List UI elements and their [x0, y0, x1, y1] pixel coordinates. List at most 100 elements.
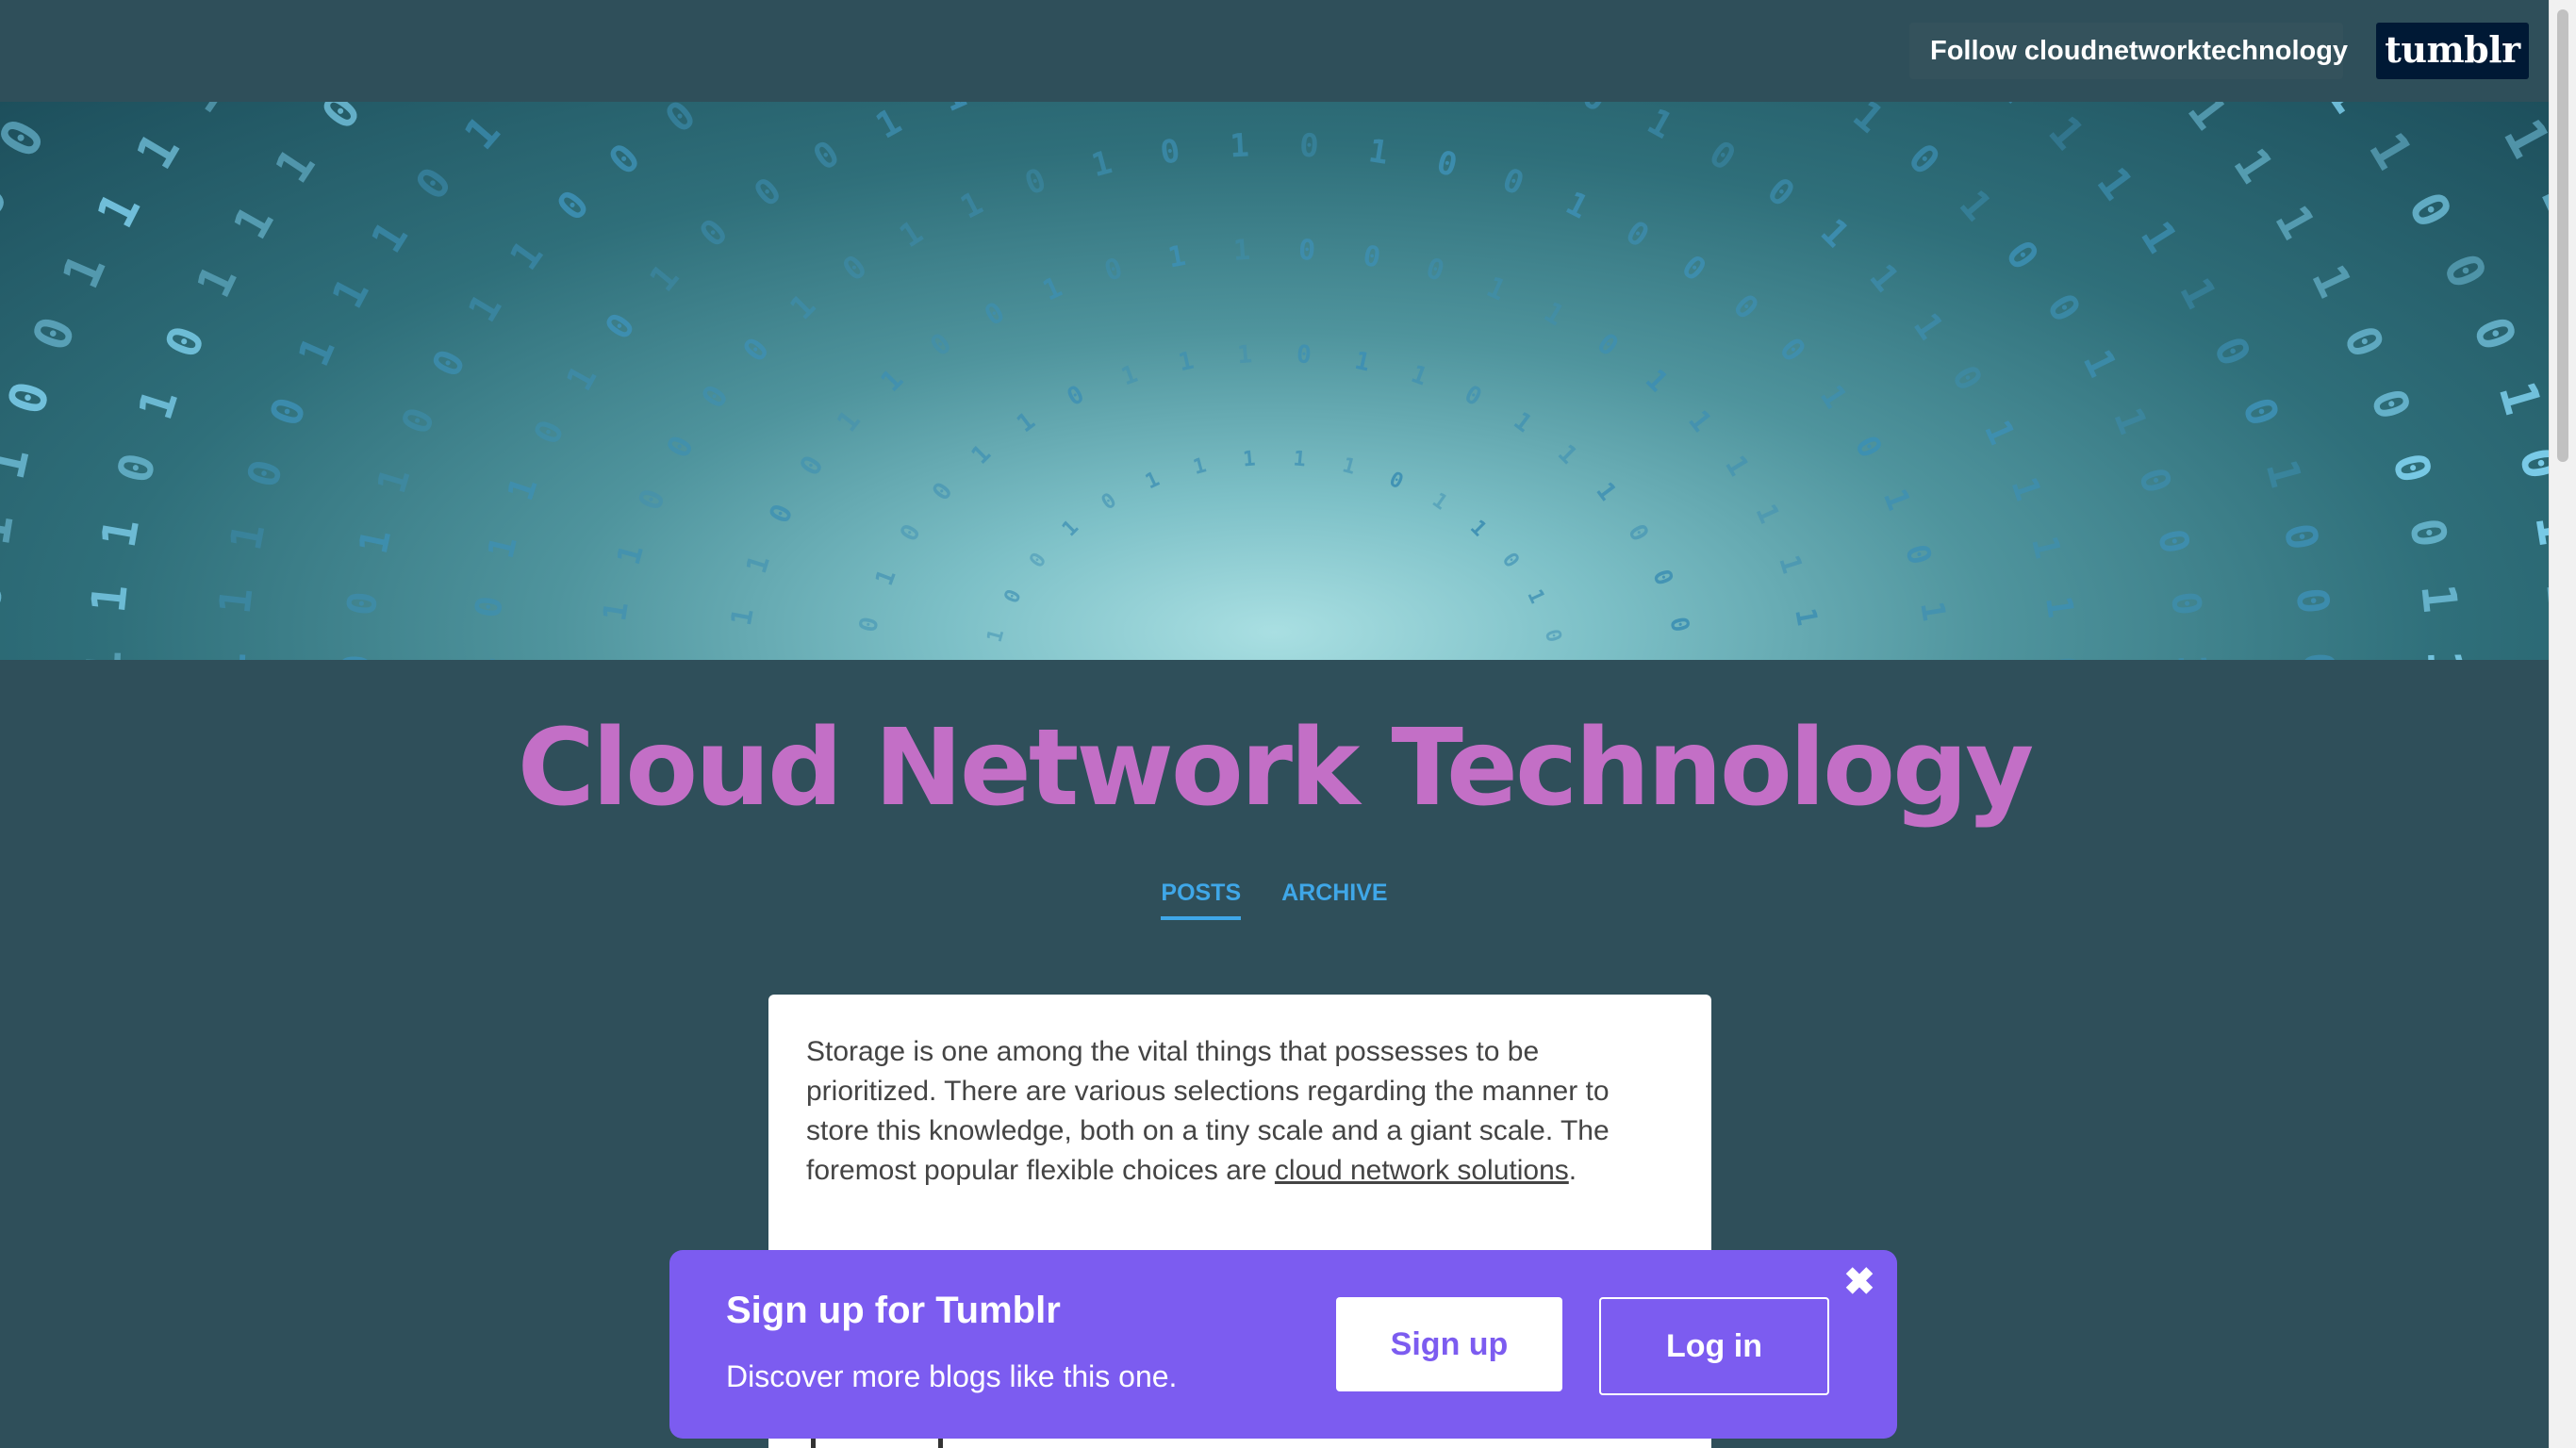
binary-digit: 1	[288, 329, 345, 373]
binary-digit: 1	[1142, 468, 1164, 494]
binary-digit: 1	[1639, 363, 1675, 399]
binary-digit: 0	[1158, 132, 1182, 173]
binary-digit: 0	[0, 579, 14, 615]
binary-digit: 1	[480, 532, 525, 562]
binary-digit: 0	[259, 391, 316, 433]
scrollbar-thumb[interactable]	[2557, 9, 2568, 462]
log-in-button[interactable]: Log in	[1599, 1297, 1829, 1395]
binary-digit: 0	[1497, 161, 1528, 204]
binary-digit: 0	[2397, 183, 2464, 238]
binary-digit: 0	[508, 102, 563, 112]
binary-digit: 0	[1297, 234, 1316, 268]
binary-digit: 1	[1366, 132, 1391, 173]
binary-digit: 1	[2169, 653, 2216, 660]
sign-up-button[interactable]: Sign up	[1336, 1297, 1562, 1391]
binary-digit: 1	[589, 658, 628, 660]
binary-digit: 1	[1812, 379, 1855, 416]
binary-digit: 1	[2003, 472, 2049, 506]
binary-digit: 0	[392, 402, 444, 440]
cloud-network-solutions-link[interactable]: cloud network solutions	[1275, 1155, 1569, 1186]
binary-digit: 0	[2274, 519, 2329, 554]
binary-digit: 0	[27, 102, 99, 109]
binary-digit: 0	[2149, 525, 2199, 558]
binary-digit: 1	[2087, 157, 2143, 208]
binary-digit: 0	[694, 379, 736, 416]
scrollbar[interactable]	[2549, 0, 2576, 1448]
binary-digit: 0	[631, 484, 673, 515]
binary-digit: 0	[2540, 648, 2549, 660]
binary-digit: 0	[155, 319, 216, 365]
binary-digit: 1	[322, 270, 379, 317]
binary-digit: 1	[2528, 171, 2549, 227]
binary-digit: 1	[1844, 102, 1892, 142]
binary-digit: 1	[124, 123, 191, 179]
binary-digit: 1	[1906, 305, 1952, 347]
binary-digit: 1	[2256, 454, 2312, 493]
binary-digit: 1	[2105, 402, 2156, 440]
binary-digit: 1	[2023, 532, 2069, 562]
binary-digit: 1	[1560, 185, 1593, 227]
binary-digit: 1	[1232, 234, 1251, 268]
binary-digit: 0	[525, 414, 571, 451]
tumblr-logo[interactable]: tumblr	[2376, 23, 2529, 79]
binary-digit: 1	[1058, 516, 1083, 541]
binary-digit: 1	[1165, 239, 1188, 275]
binary-digit: 1	[1538, 296, 1570, 333]
binary-digit: 0	[422, 342, 474, 384]
binary-digit: 0	[659, 430, 702, 464]
page: Follow cloudnetworktechnology tumblr 010…	[0, 0, 2576, 1448]
binary-digit: 1	[2410, 582, 2468, 616]
binary-digit: 1	[2170, 270, 2227, 317]
binary-digit: 0	[1702, 132, 1743, 178]
binary-digit: 0	[0, 108, 58, 168]
binary-digit: 1	[2301, 256, 2362, 305]
binary-digit: 0	[2293, 651, 2345, 660]
binary-digit: 1	[1428, 488, 1451, 515]
binary-digit: 1	[875, 363, 911, 399]
binary-digit: 1	[209, 584, 263, 617]
binary-digit: 1	[2417, 650, 2472, 660]
binary-digit: 0	[1897, 540, 1939, 568]
binary-digit: 0	[21, 309, 87, 358]
post-image	[811, 1438, 943, 1448]
binary-digit: 0	[2233, 391, 2289, 433]
binary-digit: 1	[1176, 347, 1197, 378]
binary-digit: 0	[924, 327, 958, 364]
binary-digit: 0	[895, 519, 927, 546]
binary-digit: 0	[338, 589, 387, 618]
binary-digit: 0	[311, 102, 372, 140]
binary-digit: 0	[805, 132, 847, 178]
binary-digit: 0	[1943, 358, 1990, 397]
tab-posts[interactable]: POSTS	[1161, 880, 1242, 920]
binary-digit: 1	[204, 651, 256, 660]
binary-digit: 1	[893, 213, 930, 255]
binary-digit: 1	[2491, 108, 2549, 168]
follow-button[interactable]: Follow cloudnetworktechnology	[1909, 23, 2348, 79]
binary-digit: 0	[1385, 468, 1407, 494]
binary-digit: 0	[691, 210, 735, 255]
post-text-end: .	[1568, 1155, 1577, 1186]
binary-digit: 1	[220, 519, 274, 554]
binary-digit: 1	[1340, 453, 1358, 480]
binary-digit: 0	[999, 586, 1026, 608]
binary-digit: 1	[85, 183, 152, 238]
tab-archive[interactable]: ARCHIVE	[1281, 880, 1388, 916]
binary-digit: 0	[2162, 589, 2211, 618]
binary-digit: 1	[91, 514, 150, 551]
binary-digit: 1	[954, 185, 988, 227]
binary-digit: 0	[597, 305, 643, 347]
binary-digit: 0	[467, 593, 511, 620]
binary-digit: 0	[1577, 102, 1613, 120]
signup-subtitle: Discover more blogs like this one.	[726, 1359, 1178, 1393]
binary-digit: 0	[1726, 287, 1766, 327]
binary-digit: 0	[1759, 170, 1803, 215]
binary-digit: 1	[1242, 447, 1256, 471]
binary-digit: 0	[979, 296, 1011, 333]
binary-digit: 1	[725, 605, 761, 628]
binary-digit: 1	[461, 655, 504, 660]
binary-digit: 1	[0, 442, 41, 485]
close-icon[interactable]: ✖	[1842, 1263, 1876, 1301]
binary-digit: 0	[1847, 430, 1890, 464]
header-image: 0100101111101101011010011011101101110000…	[0, 102, 2549, 660]
blog-title: Cloud Network Technology	[517, 707, 2035, 830]
